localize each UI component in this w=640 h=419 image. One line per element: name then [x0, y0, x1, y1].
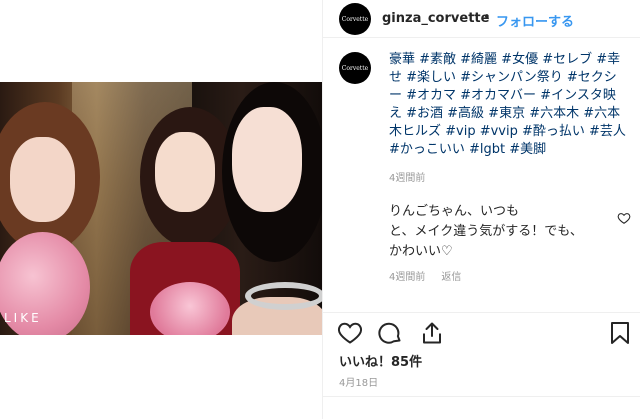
- comment-text: りんごちゃん、いつも と、メイク違う気がする！でも、 かわいい♡: [389, 202, 629, 262]
- photo-figure: [155, 132, 215, 212]
- post-photo[interactable]: LIKE: [0, 82, 322, 335]
- divider: [323, 396, 640, 397]
- reply-link[interactable]: 返信: [441, 272, 461, 283]
- caption-line[interactable]: せ #楽しい #シャンパン祭り #セクシ: [389, 69, 629, 87]
- photo-overlay-text: LIKE: [4, 311, 42, 325]
- caption-timestamp[interactable]: 4週間前: [389, 169, 425, 184]
- photo-figure: [150, 282, 230, 335]
- comment-line: かわいい♡: [389, 244, 453, 259]
- photo-figure: [245, 282, 322, 310]
- bookmark-icon[interactable]: [607, 320, 633, 346]
- comment-icon[interactable]: [377, 320, 403, 346]
- post-date[interactable]: 4月18日: [339, 374, 378, 389]
- action-bar: [323, 312, 640, 352]
- media-area: LIKE: [0, 0, 322, 419]
- photo-figure: [232, 107, 302, 212]
- separator-dot: •: [483, 10, 491, 25]
- comment-line: りんごちゃん、いつも: [389, 204, 520, 219]
- comments-list[interactable]: Corvette 豪華 #素敵 #綺麗 #女優 #セレブ #幸 せ #楽しい #…: [323, 39, 640, 311]
- caption-line[interactable]: ー #オカマ #オカマバー #インスタ映: [389, 87, 629, 105]
- heart-icon[interactable]: [337, 320, 363, 346]
- photo-figure: [10, 137, 75, 222]
- comment-meta: 4週間前 返信: [389, 268, 461, 283]
- avatar[interactable]: Corvette: [339, 52, 371, 84]
- caption-line[interactable]: 豪華 #素敵 #綺麗 #女優 #セレブ #幸: [389, 51, 629, 69]
- follow-button[interactable]: フォローする: [496, 11, 574, 30]
- post-header: Corvette ginza_corvette • フォローする: [323, 0, 640, 38]
- caption-line[interactable]: 木ヒルズ #vip #vvip #酔っ払い #芸人: [389, 123, 629, 141]
- caption-line[interactable]: #かっこいい #lgbt #美脚: [389, 141, 629, 159]
- avatar[interactable]: Corvette: [339, 3, 371, 35]
- caption-text: 豪華 #素敵 #綺麗 #女優 #セレブ #幸 せ #楽しい #シャンパン祭り #…: [389, 51, 629, 159]
- username-link[interactable]: ginza_corvette: [382, 11, 489, 26]
- caption-line[interactable]: え #お酒 #高級 #東京 #六本木 #六本: [389, 105, 629, 123]
- comment-like-icon[interactable]: [617, 210, 631, 224]
- comment-line: と、メイク違う気がする！でも、: [389, 224, 583, 239]
- comment-timestamp[interactable]: 4週間前: [389, 272, 425, 283]
- likes-count[interactable]: いいね！85件: [339, 351, 422, 370]
- share-icon[interactable]: [419, 320, 445, 346]
- post-side-panel: Corvette ginza_corvette • フォローする Corvett…: [322, 0, 640, 419]
